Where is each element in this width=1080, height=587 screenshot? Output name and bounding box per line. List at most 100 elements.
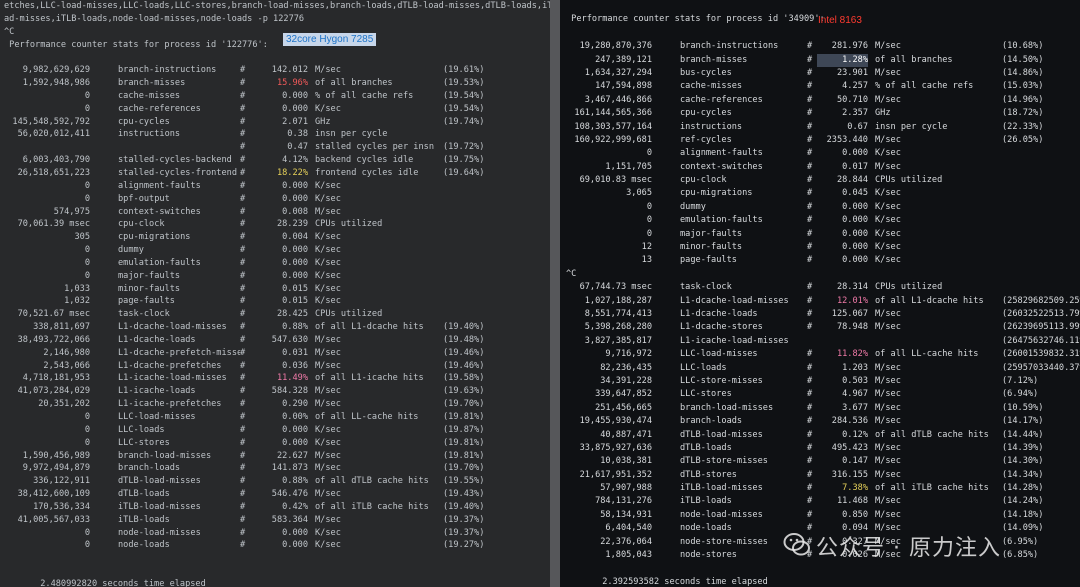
- hash-mark: #: [240, 540, 246, 551]
- counter-value: 13: [641, 255, 652, 266]
- metric-value: 0.008: [282, 206, 308, 217]
- counter-row: 6,003,403,790 stalled-cycles-backend #4.12…: [0, 154, 550, 167]
- metric-value: 0.045: [842, 188, 868, 199]
- counter-table: 9,982,629,629 branch-instructions #142.012…: [0, 64, 550, 552]
- metric-unit: of all iTLB cache hits: [875, 483, 989, 494]
- event-name: alignment-faults: [118, 180, 201, 191]
- metric-value: 0.015: [282, 296, 308, 307]
- counter-value: 26,518,651,223: [17, 167, 90, 178]
- sample-percent: (14.50%): [1002, 54, 1044, 65]
- counter-row: 0 LLC-loads #0.000 K/sec (19.87%): [0, 424, 550, 437]
- metric-unit: M/sec: [315, 386, 341, 397]
- counter-value: 251,456,665: [595, 402, 652, 413]
- counter-row: 12 minor-faults #0.000 K/sec: [560, 241, 1080, 254]
- event-name: dTLB-loads: [118, 489, 170, 500]
- counter-value: 19,455,930,474: [579, 416, 652, 427]
- hash-mark: #: [807, 161, 813, 172]
- metric-unit: K/sec: [315, 437, 341, 448]
- sample-percent: (19.61%): [443, 65, 485, 76]
- metric-unit: of all iTLB cache hits: [315, 501, 429, 512]
- pane-divider[interactable]: [550, 0, 560, 587]
- metric-value: 0.031: [282, 347, 308, 358]
- hash-mark: #: [240, 232, 246, 243]
- hash-mark: #: [807, 442, 813, 453]
- metric-unit: of all dTLB cache hits: [315, 476, 429, 487]
- counter-value: 3,827,385,817: [584, 335, 652, 346]
- counter-row: 38,412,600,109 dTLB-loads #546.476 M/sec (19…: [0, 488, 550, 501]
- sample-percent: (18.72%): [1002, 108, 1044, 119]
- event-name: L1-icache-load-misses: [118, 373, 227, 384]
- metric-unit: of all L1-dcache hits: [875, 295, 984, 306]
- event-name: branch-load-misses: [680, 402, 774, 413]
- counter-value: 57,907,988: [600, 483, 652, 494]
- counter-value: 38,412,600,109: [17, 489, 90, 500]
- hash-mark: #: [240, 206, 246, 217]
- metric-value: 0.000: [282, 527, 308, 538]
- counter-value: 1,032: [64, 296, 90, 307]
- counter-value: 40,887,471: [600, 429, 652, 440]
- hash-mark: #: [807, 389, 813, 400]
- hash-mark: #: [807, 429, 813, 440]
- metric-unit: K/sec: [875, 242, 901, 253]
- metric-value: 495.423: [831, 442, 868, 453]
- counter-value: 0: [84, 257, 90, 268]
- hash-mark: #: [807, 282, 813, 293]
- counter-value: 1,033: [64, 283, 90, 294]
- metric-value: 1.203: [842, 362, 868, 373]
- counter-row: 13 page-faults #0.000 K/sec: [560, 254, 1080, 267]
- metric-value: 0.000: [282, 103, 308, 114]
- ctrl-c-line: ^C: [566, 268, 577, 279]
- hash-mark: #: [240, 257, 246, 268]
- counter-row: 9,716,972 LLC-load-misses #11.82% of all LL…: [560, 348, 1080, 361]
- hash-mark: #: [240, 245, 246, 256]
- event-name: dTLB-stores: [680, 469, 737, 480]
- metric-unit: M/sec: [875, 456, 901, 467]
- event-name: context-switches: [118, 206, 201, 217]
- counter-value: 339,647,852: [595, 389, 652, 400]
- metric-value: 125.067: [831, 308, 868, 319]
- hash-mark: #: [807, 67, 813, 78]
- counter-row: 1,590,456,989 branch-load-misses #22.627 M/…: [0, 450, 550, 463]
- metric-unit: M/sec: [875, 67, 901, 78]
- metric-value: 12.01%: [836, 295, 868, 306]
- sample-percent: (25829682509.25%): [1002, 295, 1080, 306]
- metric-value: 0.00%: [282, 412, 308, 422]
- metric-value: 0.000: [842, 201, 868, 212]
- metric-unit: M/sec: [315, 360, 341, 371]
- event-name: LLC-stores: [118, 437, 170, 448]
- metric-value: 7.38%: [842, 483, 868, 494]
- metric-unit: M/sec: [875, 375, 901, 386]
- hash-mark: #: [240, 527, 246, 538]
- counter-row: 10,038,381 dTLB-store-misses #0.147 M/sec (1…: [560, 455, 1080, 468]
- counter-row: 161,144,565,366 cpu-cycles #2.357 GHz (18.72…: [560, 107, 1080, 120]
- header-line: etches,LLC-load-misses,LLC-loads,LLC-sto…: [4, 1, 550, 11]
- metric-value: 15.96%: [276, 78, 308, 89]
- hash-mark: #: [240, 296, 246, 307]
- terminal-intel[interactable]: Performance counter stats for process id…: [560, 0, 1080, 587]
- metric-unit: K/sec: [315, 424, 341, 435]
- metric-unit: GHz: [875, 108, 891, 119]
- sample-percent: (19.48%): [443, 334, 485, 345]
- event-name: L1-icache-prefetches: [118, 399, 222, 410]
- sample-percent: (14.09%): [1002, 523, 1044, 534]
- metric-unit: CPUs utilized: [315, 309, 383, 320]
- counter-value: 3,467,446,866: [584, 94, 652, 105]
- event-name: ref-cycles: [680, 134, 732, 145]
- metric-unit: M/sec: [875, 469, 901, 480]
- hash-mark: #: [240, 65, 246, 76]
- metric-value: 316.155: [831, 469, 868, 480]
- metric-unit: insn per cycle: [315, 129, 388, 140]
- sample-percent: (14.30%): [1002, 456, 1044, 467]
- sample-percent: (19.46%): [443, 347, 485, 358]
- counter-row: 247,389,121 branch-misses #1.28% of all bra…: [560, 53, 1080, 67]
- sample-percent: (7.12%): [1002, 375, 1039, 386]
- terminal-hygon[interactable]: etches,LLC-load-misses,LLC-loads,LLC-sto…: [0, 0, 550, 587]
- event-name: cache-references: [118, 103, 201, 114]
- event-name: cpu-migrations: [680, 188, 753, 199]
- sample-percent: (14.96%): [1002, 94, 1044, 105]
- counter-value: 0: [84, 245, 90, 256]
- counter-value: 69,010.83 msec: [579, 175, 652, 186]
- event-name: dTLB-loads: [680, 442, 732, 453]
